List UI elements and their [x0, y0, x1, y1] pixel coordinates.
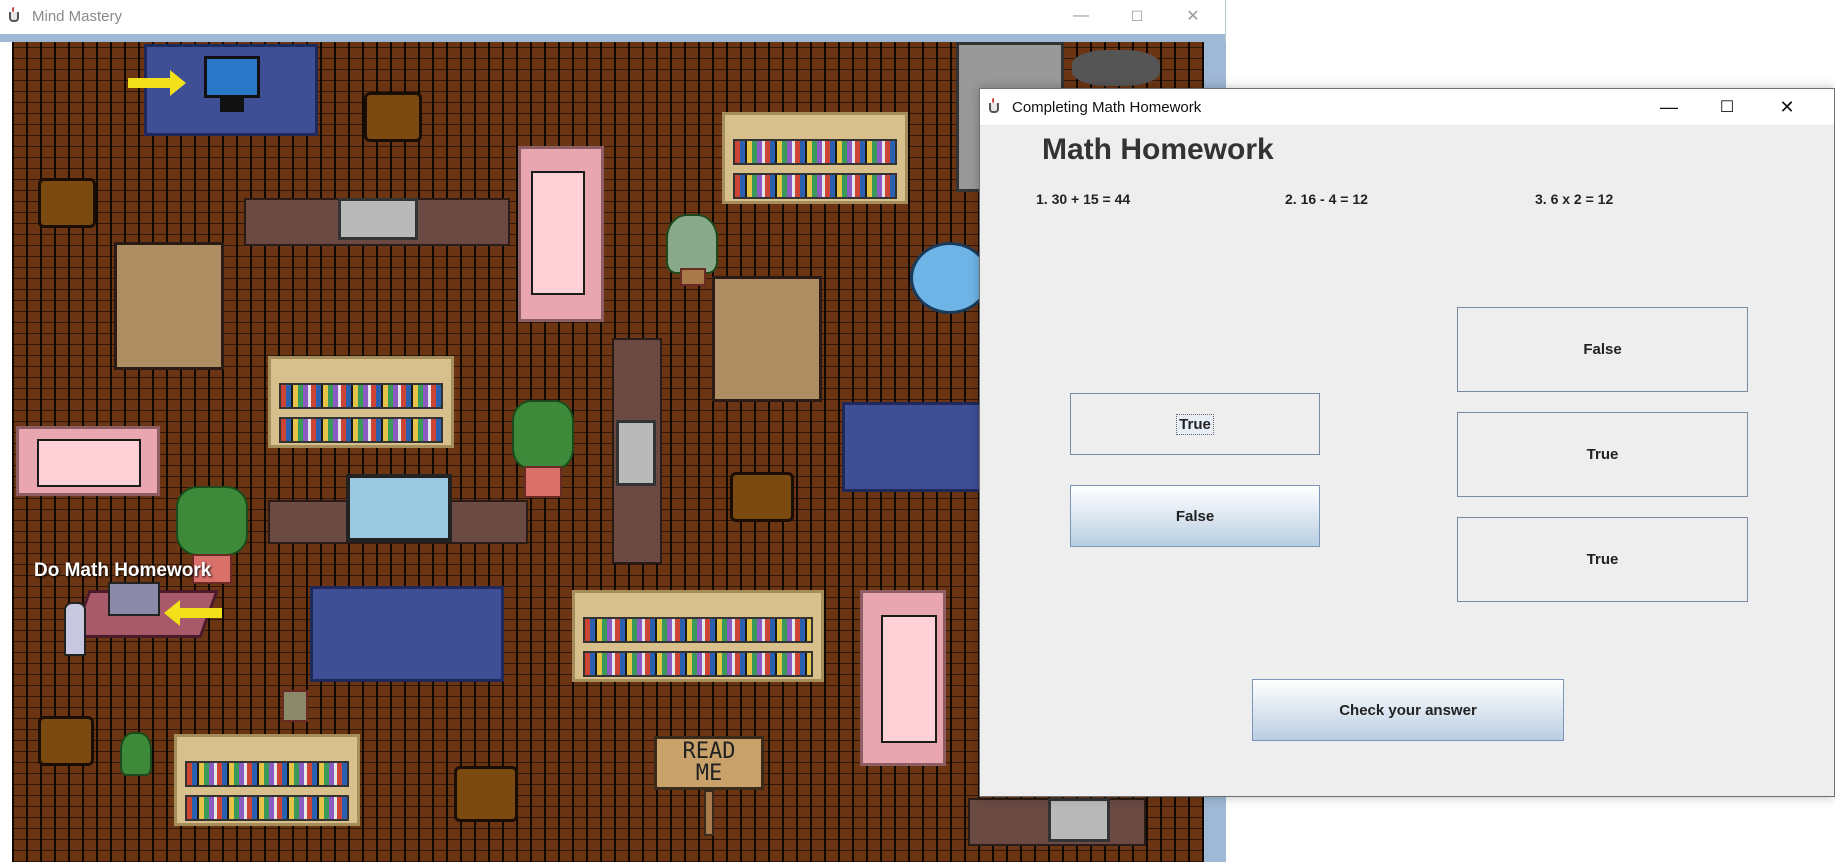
cat-icon: [1072, 50, 1160, 86]
homework-dialog: Completing Math Homework — ☐ ✕ Math Home…: [979, 88, 1835, 797]
chair: [730, 472, 794, 522]
microwave-icon: [338, 198, 418, 240]
game-window-title: Mind Mastery: [32, 7, 123, 25]
q1-true-button[interactable]: True: [1070, 393, 1320, 455]
answer-false-button[interactable]: False: [1457, 307, 1748, 392]
pink-couch: [16, 426, 160, 496]
answer-true-button-2[interactable]: True: [1457, 517, 1748, 602]
cactus-pot: [524, 466, 562, 498]
bookshelf: [268, 356, 454, 448]
cactus-icon: [176, 486, 248, 556]
bookshelf: [174, 734, 360, 826]
plant-icon: [666, 214, 718, 274]
arrow-right-icon: [128, 70, 186, 96]
task-hint-label: Do Math Homework: [34, 560, 212, 581]
question-3: 3. 6 x 2 = 12: [1535, 191, 1614, 207]
computer-monitor-icon: [204, 56, 260, 98]
check-answer-button[interactable]: Check your answer: [1252, 679, 1564, 741]
dialog-maximize-button[interactable]: ☐: [1704, 89, 1750, 125]
laptop-icon[interactable]: [108, 582, 160, 616]
computer-icon: [616, 420, 656, 486]
chair: [38, 716, 94, 766]
pink-couch: [860, 590, 946, 766]
dialog-minimize-button[interactable]: —: [1646, 89, 1692, 125]
dialog-close-button[interactable]: ✕: [1764, 89, 1810, 125]
round-table: [910, 242, 990, 314]
question-2: 2. 16 - 4 = 12: [1285, 191, 1368, 207]
q1-false-button[interactable]: False: [1070, 485, 1320, 547]
wooden-table: [114, 242, 224, 370]
player-character: [64, 602, 86, 656]
blue-rug: [310, 586, 504, 682]
trash-can-icon: [282, 690, 308, 722]
java-cup-icon: [6, 7, 24, 25]
question-1: 1. 30 + 15 = 44: [1036, 191, 1131, 207]
bookshelf: [572, 590, 824, 682]
q1-true-label: True: [1176, 413, 1214, 435]
readme-sign[interactable]: READ ME: [654, 736, 764, 790]
game-titlebar[interactable]: Mind Mastery — ☐ ✕: [0, 0, 1225, 32]
monitor-stand: [220, 98, 244, 112]
maximize-button[interactable]: ☐: [1114, 0, 1160, 32]
sign-post: [704, 790, 714, 836]
chair: [454, 766, 518, 822]
blue-rug: [842, 402, 982, 492]
computer-icon: [1048, 798, 1110, 842]
bookshelf: [722, 112, 908, 204]
chair: [38, 178, 96, 228]
close-button[interactable]: ✕: [1170, 0, 1216, 32]
java-cup-icon: [986, 98, 1004, 116]
dialog-heading: Math Homework: [1042, 133, 1274, 166]
plant-pot: [680, 268, 706, 286]
dialog-title: Completing Math Homework: [1012, 98, 1202, 116]
dialog-titlebar[interactable]: Completing Math Homework — ☐ ✕: [980, 89, 1834, 126]
minimize-button[interactable]: —: [1058, 0, 1104, 32]
pink-couch: [518, 146, 604, 322]
window-border: [0, 34, 1225, 42]
chair: [364, 92, 422, 142]
plant-icon: [120, 732, 152, 776]
answer-true-button[interactable]: True: [1457, 412, 1748, 497]
wooden-table: [712, 276, 822, 402]
arrow-left-icon: [164, 600, 222, 626]
tv-icon: [346, 474, 452, 542]
cactus-icon: [512, 400, 574, 470]
